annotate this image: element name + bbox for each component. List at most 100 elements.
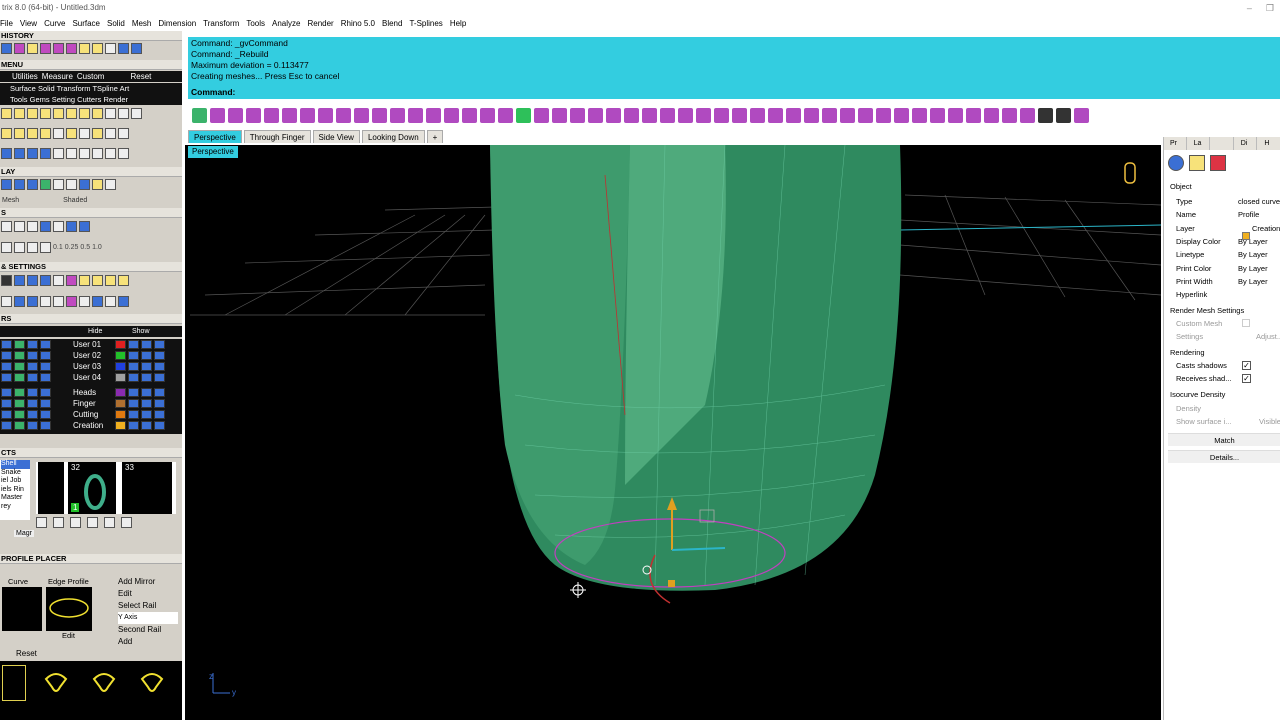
tab-looking-down[interactable]: Looking Down (361, 130, 425, 143)
layer-color-swatch[interactable] (115, 362, 126, 371)
rotate-icon[interactable] (27, 148, 38, 159)
tab-through-finger[interactable]: Through Finger (243, 130, 311, 143)
cylinder-icon[interactable] (246, 107, 261, 123)
join-icon[interactable] (27, 128, 38, 139)
tool-icon[interactable] (894, 107, 909, 123)
tool-icon[interactable] (131, 108, 142, 119)
minimize-icon[interactable]: – (1247, 0, 1252, 16)
tab-display[interactable]: Di (1235, 137, 1258, 150)
layer-row[interactable]: User 04 (0, 372, 176, 383)
menu-rhino5[interactable]: Rhino 5.0 (341, 16, 375, 31)
object-item[interactable]: Shell (1, 460, 30, 469)
layer-toggle-icon[interactable] (27, 410, 38, 419)
ellipse-icon[interactable] (53, 108, 64, 119)
reset-button[interactable]: Reset (16, 649, 37, 658)
menu-item-tspline[interactable]: TSpline (92, 84, 117, 93)
menu-transform[interactable]: Transform (203, 16, 239, 31)
layer-toggle-icon[interactable] (40, 340, 51, 349)
tab-render[interactable] (1211, 137, 1234, 150)
viewport-3d[interactable]: z y (185, 145, 1161, 720)
object-item[interactable]: iel Job (1, 477, 30, 486)
tool-icon[interactable] (27, 242, 38, 253)
tool-icon[interactable] (426, 107, 441, 123)
layer-print-icon[interactable] (154, 351, 165, 360)
tool-icon[interactable] (79, 296, 90, 307)
property-row[interactable]: Name Profile (1164, 208, 1280, 221)
explode-icon[interactable] (40, 128, 51, 139)
edit-profile-button[interactable]: Edit (62, 631, 75, 640)
layer-toggle-icon[interactable] (1, 388, 12, 397)
magr-button[interactable]: Magr (14, 530, 34, 537)
array-icon[interactable] (79, 128, 90, 139)
tool-icon[interactable] (118, 108, 129, 119)
layer-row[interactable]: Heads (0, 387, 176, 398)
add-tab-button[interactable]: + (426, 130, 444, 143)
tool-icon[interactable] (750, 107, 765, 123)
layer-color-swatch[interactable] (115, 351, 126, 360)
tool-icon[interactable] (1002, 107, 1017, 123)
tool-icon[interactable] (282, 107, 297, 123)
split-icon[interactable] (1, 128, 12, 139)
tool-icon[interactable] (300, 107, 315, 123)
tool-icon[interactable] (534, 107, 549, 123)
property-value[interactable]: By Layer (1238, 262, 1280, 275)
arrow-right-icon[interactable] (131, 43, 142, 54)
tool-icon[interactable] (14, 296, 25, 307)
ortho-icon[interactable] (14, 221, 25, 232)
add-button[interactable]: Add (118, 636, 178, 648)
tool-icon[interactable] (79, 148, 90, 159)
tool-icon[interactable] (462, 107, 477, 123)
layer-lock-icon[interactable] (141, 362, 152, 371)
tool-icon[interactable] (79, 275, 90, 286)
menu-item-surface[interactable]: Surface (10, 84, 36, 93)
wireframe-icon[interactable] (1, 179, 12, 190)
menu-item-transform[interactable]: Transform (57, 84, 91, 93)
tool-icon[interactable] (516, 107, 531, 123)
select-icon[interactable] (192, 107, 207, 123)
layer-print-icon[interactable] (154, 362, 165, 371)
menu-item-gems[interactable]: Gems (30, 95, 50, 104)
tool-icon[interactable] (40, 242, 51, 253)
tool-icon[interactable] (570, 107, 585, 123)
property-value[interactable]: Profile (1238, 208, 1280, 221)
tool-icon[interactable] (642, 107, 657, 123)
artistic-icon[interactable] (79, 179, 90, 190)
layer-visibility-icon[interactable] (128, 410, 139, 419)
menu-reset-button[interactable]: Reset (130, 71, 151, 82)
shaded-icon[interactable] (14, 179, 25, 190)
property-value[interactable]: By Layer (1238, 275, 1280, 288)
tool-icon[interactable] (92, 148, 103, 159)
tab-help[interactable]: H (1258, 137, 1280, 150)
tab-custom[interactable]: Custom (77, 71, 105, 82)
close-icon[interactable] (121, 517, 132, 528)
layer-visibility-icon[interactable] (128, 421, 139, 430)
layer-lock-icon[interactable] (141, 340, 152, 349)
property-row[interactable]: Linetype By Layer (1164, 248, 1280, 261)
object-item[interactable]: Master (1, 494, 30, 503)
tool-icon[interactable] (732, 107, 747, 123)
gumball-icon[interactable] (40, 148, 51, 159)
profile-thumbnail[interactable] (86, 665, 122, 701)
color-wheel-icon[interactable] (1168, 155, 1184, 171)
snap-value[interactable]: 1.0 (92, 242, 102, 255)
property-row[interactable]: Print Width By Layer (1164, 275, 1280, 288)
tool-icon[interactable] (53, 221, 64, 232)
layer-color-swatch[interactable] (115, 399, 126, 408)
tab-utilities[interactable]: Utilities (12, 71, 38, 82)
tool-icon[interactable] (66, 148, 77, 159)
tool-icon[interactable] (822, 107, 837, 123)
tool-icon[interactable] (1, 43, 12, 54)
layer-lock-icon[interactable] (141, 410, 152, 419)
tool-icon[interactable] (930, 107, 945, 123)
tool-icon[interactable] (786, 107, 801, 123)
tool-icon[interactable] (876, 107, 891, 123)
layer-row[interactable]: Cutting (0, 409, 176, 420)
menu-blend[interactable]: Blend (382, 16, 402, 31)
rectangle-icon[interactable] (27, 108, 38, 119)
tab-side-view[interactable]: Side View (312, 130, 360, 143)
match-button[interactable]: Match (1168, 433, 1280, 446)
property-value[interactable]: closed curve (1238, 195, 1280, 208)
tool-icon[interactable] (105, 43, 116, 54)
box-icon[interactable] (210, 107, 225, 123)
rendered-icon[interactable] (27, 179, 38, 190)
